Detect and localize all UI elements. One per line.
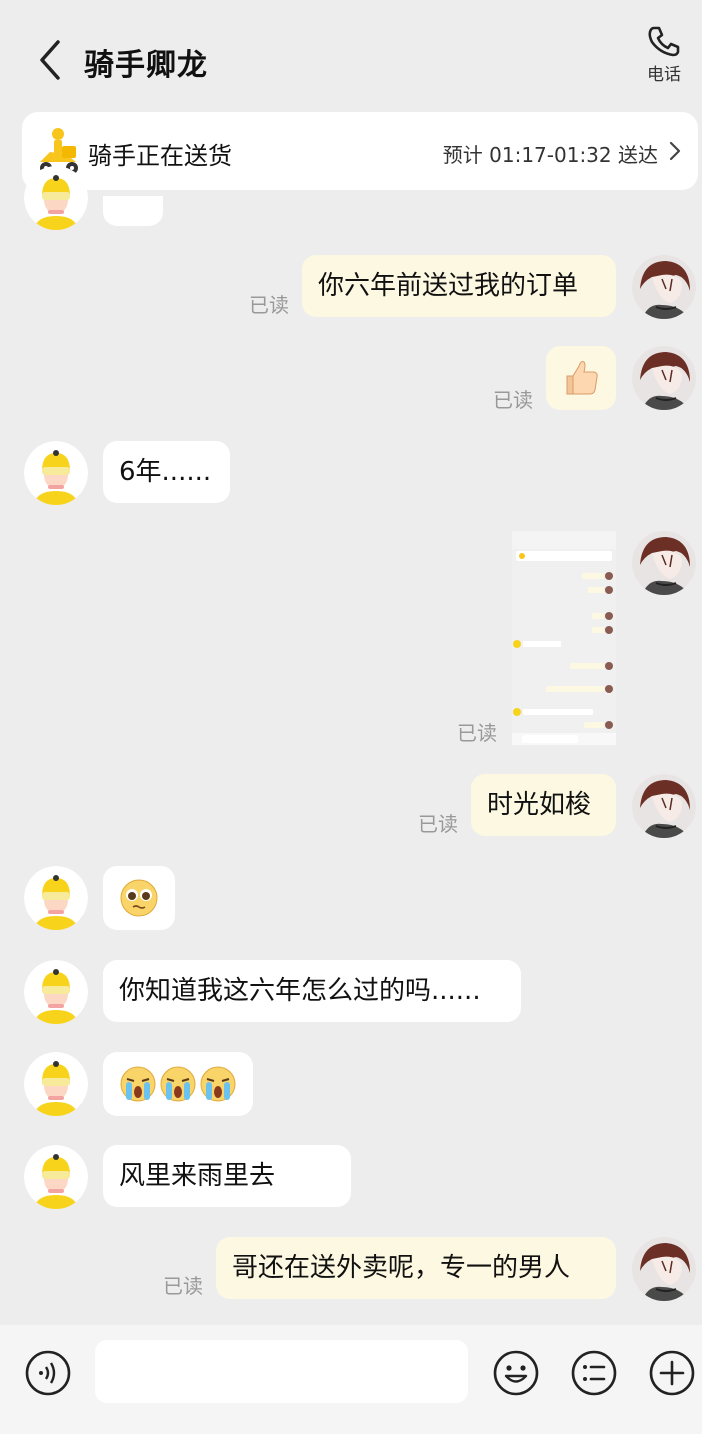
rider-avatar[interactable]	[24, 1052, 88, 1116]
read-receipt: 已读	[163, 1274, 203, 1298]
message-text: 你知道我这六年怎么过的吗......	[119, 976, 481, 1006]
message-bubble-partial	[103, 196, 163, 226]
message-text: 6年......	[119, 457, 212, 487]
chevron-right-icon	[669, 141, 681, 161]
voice-input-icon[interactable]	[24, 1349, 72, 1397]
crying-face-icon	[160, 1066, 196, 1102]
delivery-eta: 预计 01:17-01:32 送达	[442, 143, 658, 167]
chat-header: 骑手卿龙 电话	[0, 0, 702, 112]
plus-icon[interactable]	[648, 1349, 696, 1397]
message-bubble-outgoing[interactable]: 时光如梭	[471, 774, 616, 836]
read-receipt: 已读	[457, 721, 497, 745]
message-bubble-incoming[interactable]	[103, 866, 175, 930]
message-bubble-incoming[interactable]	[103, 1052, 253, 1116]
message-text: 你六年前送过我的订单	[318, 271, 579, 301]
user-avatar[interactable]	[632, 531, 696, 595]
crying-face-icon	[120, 1066, 156, 1102]
rider-avatar[interactable]	[24, 866, 88, 930]
message-text: 哥还在送外卖呢，专一的男人	[232, 1253, 571, 1283]
page-title: 骑手卿龙	[84, 48, 208, 83]
delivery-status-text: 骑手正在送货	[88, 142, 232, 170]
back-arrow-icon[interactable]	[30, 36, 70, 84]
thumbs-up-icon	[566, 361, 598, 395]
emoji-icon[interactable]	[492, 1349, 540, 1397]
message-input[interactable]	[95, 1340, 468, 1403]
quick-reply-icon[interactable]	[570, 1349, 618, 1397]
message-bubble-outgoing[interactable]: 你六年前送过我的订单	[302, 255, 616, 317]
rider-avatar[interactable]	[24, 1145, 88, 1209]
phone-call-button[interactable]: 电话	[642, 24, 686, 85]
read-receipt: 已读	[249, 293, 289, 317]
rider-avatar[interactable]	[24, 441, 88, 505]
user-avatar[interactable]	[632, 774, 696, 838]
read-receipt: 已读	[418, 812, 458, 836]
user-avatar[interactable]	[632, 1237, 696, 1301]
rider-avatar[interactable]	[24, 166, 88, 230]
message-text: 时光如梭	[487, 790, 592, 820]
message-bubble-incoming[interactable]: 6年......	[103, 441, 230, 503]
message-bubble-outgoing[interactable]: 哥还在送外卖呢，专一的男人	[216, 1237, 616, 1299]
rider-avatar[interactable]	[24, 960, 88, 1024]
phone-icon	[648, 26, 680, 57]
read-receipt: 已读	[493, 388, 533, 412]
delivery-status-card[interactable]: 骑手正在送货 预计 01:17-01:32 送达	[22, 112, 698, 190]
user-avatar[interactable]	[632, 346, 696, 410]
chat-screenshot-image[interactable]	[512, 531, 616, 745]
message-bubble-incoming[interactable]: 你知道我这六年怎么过的吗......	[103, 960, 521, 1022]
crying-face-icon	[200, 1066, 236, 1102]
chat-page: 骑手卿龙 电话 骑手正在送货 预计 01:17-01:32 送达 已读 你六年前…	[0, 0, 702, 1434]
message-text: 风里来雨里去	[119, 1161, 276, 1191]
phone-label: 电话	[647, 65, 681, 85]
message-bubble-incoming[interactable]: 风里来雨里去	[103, 1145, 351, 1207]
message-input-bar	[0, 1325, 702, 1434]
pleading-face-icon	[120, 879, 158, 917]
message-bubble-outgoing[interactable]	[546, 346, 616, 410]
user-avatar[interactable]	[632, 255, 696, 319]
